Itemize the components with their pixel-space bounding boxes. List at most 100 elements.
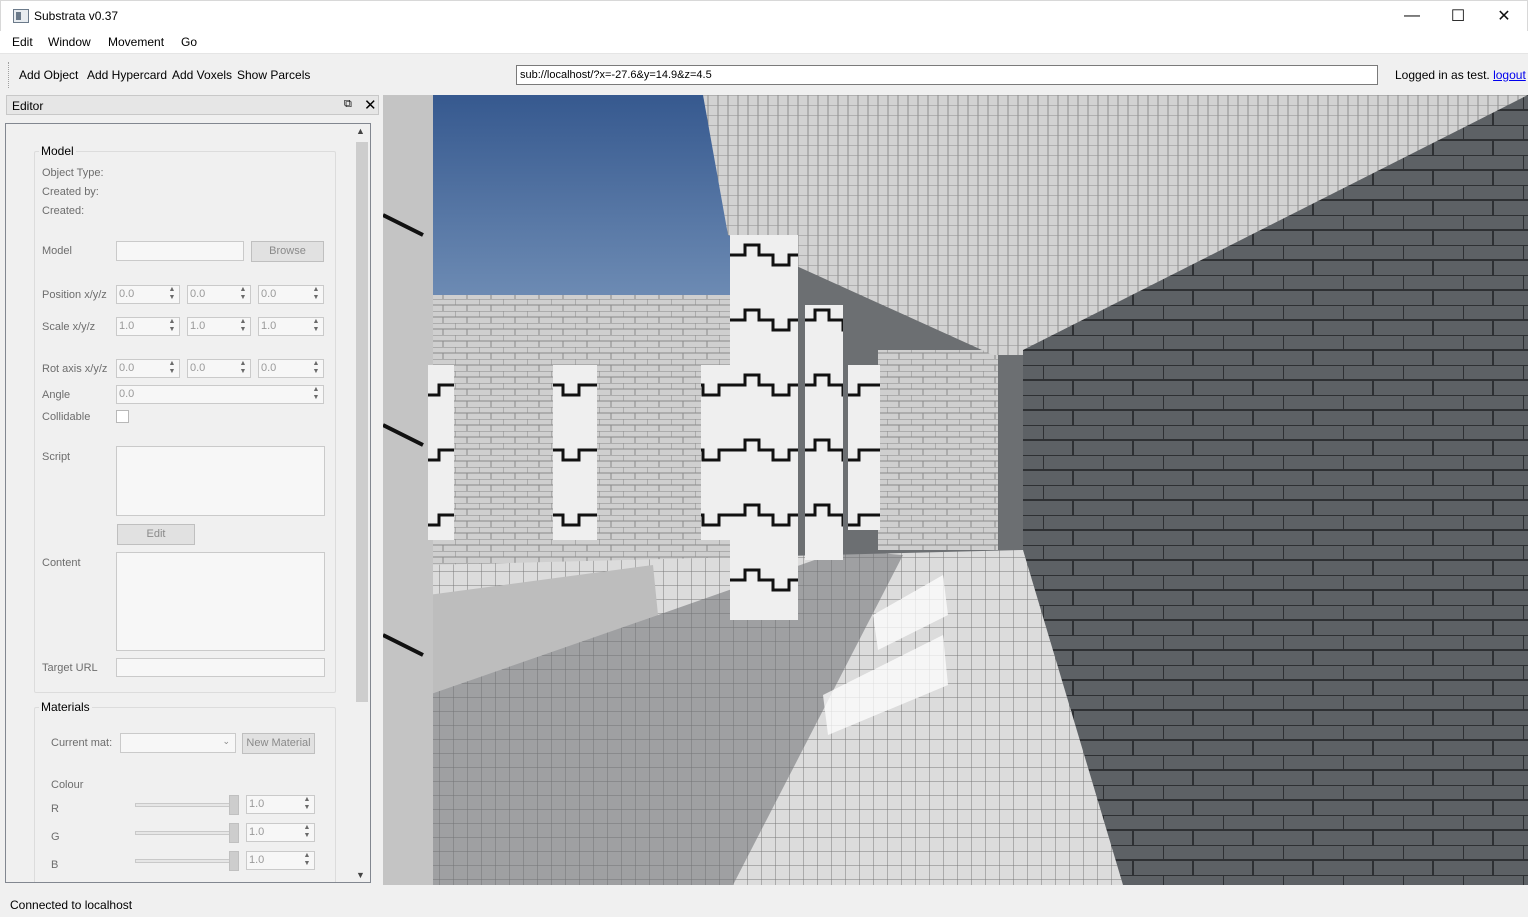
spin-arrows-icon[interactable]: ▲ ▼ <box>310 386 322 403</box>
model-path-field[interactable] <box>116 241 244 261</box>
angle-spinbox[interactable]: 0.0 ▲ ▼ <box>116 385 324 404</box>
r-spinbox[interactable]: 1.0 ▲ ▼ <box>246 795 315 814</box>
pillar <box>701 365 731 540</box>
scale-x-spinbox[interactable]: 1.0 ▲ ▼ <box>116 317 180 336</box>
position-x-spinbox[interactable]: 0.0 ▲ ▼ <box>116 285 180 304</box>
pillar <box>730 235 798 620</box>
g-slider-handle[interactable] <box>229 823 239 843</box>
editor-title: Editor <box>12 99 44 113</box>
logout-link[interactable]: logout <box>1493 68 1526 82</box>
script-textarea[interactable] <box>116 446 325 516</box>
sky <box>423 95 743 305</box>
url-input[interactable] <box>516 65 1378 85</box>
g-value: 1.0 <box>249 826 265 838</box>
scrollbar-thumb[interactable] <box>356 142 368 702</box>
edit-script-button[interactable]: Edit <box>117 524 195 545</box>
menu-bar: Edit Window Movement Go <box>0 31 1528 53</box>
editor-scroll-area: Model Object Type: Created by: Created: … <box>5 123 371 883</box>
spin-arrows-icon[interactable]: ▲ ▼ <box>166 318 178 335</box>
scroll-down-icon[interactable]: ▼ <box>356 870 365 880</box>
rot-axis-z-value: 0.0 <box>261 362 277 374</box>
scale-z-value: 1.0 <box>261 320 277 332</box>
collidable-label: Collidable <box>42 411 91 423</box>
r-label: R <box>51 803 59 815</box>
position-x-value: 0.0 <box>119 288 135 300</box>
spin-arrows-icon[interactable]: ▲ ▼ <box>301 852 313 869</box>
b-slider-handle[interactable] <box>229 851 239 871</box>
position-z-value: 0.0 <box>261 288 277 300</box>
scale-y-value: 1.0 <box>190 320 206 332</box>
close-window-button[interactable]: ✕ <box>1481 1 1527 31</box>
collidable-checkbox[interactable] <box>116 410 129 423</box>
content-textarea[interactable] <box>116 552 325 651</box>
new-material-button[interactable]: New Material <box>242 733 315 754</box>
status-bar: Connected to localhost <box>0 895 1528 917</box>
status-text: Connected to localhost <box>10 898 133 912</box>
r-value: 1.0 <box>249 798 265 810</box>
target-url-input[interactable] <box>116 658 325 677</box>
content-label: Content <box>42 557 81 569</box>
add-voxels-button[interactable]: Add Voxels <box>172 68 232 82</box>
menu-movement[interactable]: Movement <box>108 35 164 49</box>
scale-label: Scale x/y/z <box>42 321 96 333</box>
minimize-button[interactable]: — <box>1389 1 1435 31</box>
spin-arrows-icon[interactable]: ▲ ▼ <box>310 360 322 377</box>
scene-render <box>383 95 1528 885</box>
b-value: 1.0 <box>249 854 265 866</box>
rot-axis-x-spinbox[interactable]: 0.0 ▲ ▼ <box>116 359 180 378</box>
r-slider-handle[interactable] <box>229 795 239 815</box>
spin-arrows-icon[interactable]: ▲ ▼ <box>237 360 249 377</box>
3d-viewport[interactable] <box>383 95 1528 885</box>
g-slider-track[interactable] <box>135 831 238 835</box>
spin-arrows-icon[interactable]: ▲ ▼ <box>301 796 313 813</box>
maximize-button[interactable]: ☐ <box>1435 1 1481 31</box>
menu-edit[interactable]: Edit <box>12 35 33 49</box>
materials-group-title: Materials <box>39 700 92 714</box>
b-slider-track[interactable] <box>135 859 238 863</box>
chevron-down-icon: ⌄ <box>222 736 230 746</box>
current-mat-select[interactable]: ⌄ <box>120 733 236 753</box>
spin-arrows-icon[interactable]: ▲ ▼ <box>310 286 322 303</box>
scale-z-spinbox[interactable]: 1.0 ▲ ▼ <box>258 317 324 336</box>
scroll-up-icon[interactable]: ▲ <box>356 126 365 136</box>
spin-arrows-icon[interactable]: ▲ ▼ <box>237 318 249 335</box>
toolbar-grip[interactable] <box>8 62 11 88</box>
editor-header: Editor ⧉ ✕ <box>6 95 379 115</box>
corridor-end-wall <box>878 350 998 550</box>
model-label: Model <box>42 245 72 257</box>
angle-label: Angle <box>42 389 71 401</box>
spin-arrows-icon[interactable]: ▲ ▼ <box>166 360 178 377</box>
g-spinbox[interactable]: 1.0 ▲ ▼ <box>246 823 315 842</box>
add-hypercard-button[interactable]: Add Hypercard <box>87 68 167 82</box>
position-z-spinbox[interactable]: 0.0 ▲ ▼ <box>258 285 324 304</box>
browse-button[interactable]: Browse <box>251 241 324 262</box>
add-object-button[interactable]: Add Object <box>19 68 78 82</box>
spin-arrows-icon[interactable]: ▲ ▼ <box>310 318 322 335</box>
editor-panel: Editor ⧉ ✕ Model Object Type: Created by… <box>3 95 379 885</box>
close-dock-icon[interactable]: ✕ <box>364 96 377 114</box>
b-spinbox[interactable]: 1.0 ▲ ▼ <box>246 851 315 870</box>
scale-y-spinbox[interactable]: 1.0 ▲ ▼ <box>187 317 251 336</box>
show-parcels-button[interactable]: Show Parcels <box>237 68 310 82</box>
editor-scrollbar[interactable]: ▲ ▼ <box>354 124 370 882</box>
rot-axis-z-spinbox[interactable]: 0.0 ▲ ▼ <box>258 359 324 378</box>
current-mat-label: Current mat: <box>51 737 113 749</box>
scale-x-value: 1.0 <box>119 320 135 332</box>
rot-axis-y-spinbox[interactable]: 0.0 ▲ ▼ <box>187 359 251 378</box>
r-slider-track[interactable] <box>135 803 238 807</box>
created-by-label: Created by: <box>42 186 99 198</box>
g-label: G <box>51 831 60 843</box>
float-dock-icon[interactable]: ⧉ <box>344 98 352 111</box>
spin-arrows-icon[interactable]: ▲ ▼ <box>301 824 313 841</box>
angle-value: 0.0 <box>119 388 135 400</box>
pillar <box>553 365 597 540</box>
spin-arrows-icon[interactable]: ▲ ▼ <box>237 286 249 303</box>
spin-arrows-icon[interactable]: ▲ ▼ <box>166 286 178 303</box>
pillar <box>428 365 454 540</box>
position-y-spinbox[interactable]: 0.0 ▲ ▼ <box>187 285 251 304</box>
script-label: Script <box>42 451 71 463</box>
menu-window[interactable]: Window <box>48 35 91 49</box>
position-y-value: 0.0 <box>190 288 206 300</box>
rot-axis-x-value: 0.0 <box>119 362 135 374</box>
menu-go[interactable]: Go <box>181 35 197 49</box>
